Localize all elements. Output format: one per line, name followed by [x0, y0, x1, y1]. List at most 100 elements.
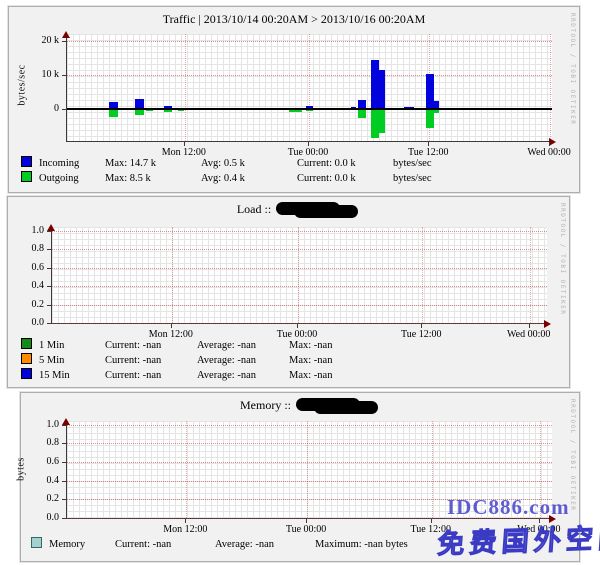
legend-row: OutgoingMax: 8.5 kAvg: 0.4 kCurrent: 0.0…	[21, 171, 573, 185]
x-tick-label: Mon 12:00	[163, 524, 207, 535]
y-tick-mark	[62, 41, 66, 42]
x-tick-mark	[431, 519, 432, 523]
legend-stat: Average: -nan	[197, 339, 289, 352]
y-axis-label: bytes/sec	[17, 32, 29, 139]
rrdtool-signature: RRDTOOL / TOBI OETIKER	[569, 13, 576, 125]
legend-row: MemoryCurrent: -nanAverage: -nanMaximum:…	[31, 537, 573, 551]
redaction-blob	[276, 202, 340, 215]
chart-title-text: Load ::	[237, 202, 271, 216]
legend-stat: Average: -nan	[197, 369, 289, 382]
y-tick-mark	[62, 75, 66, 76]
legend-stat: Current: 0.0 k	[297, 157, 393, 170]
traffic-legend: IncomingMax: 14.7 kAvg: 0.5 kCurrent: 0.…	[21, 156, 573, 186]
legend-stat: Current: -nan	[115, 538, 215, 551]
memory-chart-title: Memory ::	[21, 398, 579, 413]
traffic-bar-incoming	[379, 70, 385, 109]
y-tick-mark	[47, 249, 51, 250]
major-gridline	[186, 421, 187, 518]
major-gridline	[67, 481, 552, 482]
y-tick-mark	[62, 462, 66, 463]
load-plot-area	[51, 227, 547, 324]
y-tick-mark	[47, 231, 51, 232]
y-tick-label: 1.0	[21, 419, 59, 430]
y-tick-mark	[47, 268, 51, 269]
y-tick-label: 20 k	[9, 35, 59, 46]
major-gridline	[298, 227, 299, 323]
major-gridline	[422, 227, 423, 323]
major-gridline	[540, 421, 541, 518]
traffic-bar-outgoing	[379, 109, 385, 134]
major-gridline	[52, 249, 547, 250]
load-graph-panel: Load :: RRDTOOL / TOBI OETIKER 1 MinCurr…	[7, 196, 570, 388]
y-tick-label: 0.2	[8, 299, 44, 310]
legend-swatch	[21, 353, 32, 364]
legend-stat: bytes/sec	[393, 157, 489, 170]
traffic-chart-title: Traffic | 2013/10/14 00:20AM > 2013/10/1…	[9, 12, 579, 27]
x-tick-label: Wed 00:00	[517, 524, 560, 535]
x-tick-label: Tue 00:00	[277, 329, 317, 340]
y-tick-mark	[62, 518, 66, 519]
traffic-plot-area	[66, 34, 552, 142]
legend-stat: Current: 0.0 k	[297, 172, 393, 185]
traffic-graph-panel: Traffic | 2013/10/14 00:20AM > 2013/10/1…	[8, 6, 580, 193]
legend-stat: Maximum: -nan bytes	[315, 538, 415, 551]
y-tick-mark	[62, 109, 66, 110]
y-tick-mark	[47, 286, 51, 287]
legend-series-label: Incoming	[39, 157, 105, 170]
legend-row: 5 MinCurrent: -nanAverage: -nanMax: -nan	[21, 353, 563, 367]
y-tick-mark	[47, 323, 51, 324]
legend-row: 1 MinCurrent: -nanAverage: -nanMax: -nan	[21, 338, 563, 352]
major-gridline	[67, 518, 552, 519]
x-tick-mark	[171, 324, 172, 328]
major-gridline	[172, 227, 173, 323]
legend-swatch	[31, 537, 42, 548]
legend-stat: Max: -nan	[289, 354, 381, 367]
major-gridline	[52, 268, 547, 269]
x-tick-label: Wed 00:00	[507, 329, 550, 340]
y-tick-label: 0.4	[8, 280, 44, 291]
y-tick-mark	[62, 425, 66, 426]
x-tick-label: Wed 00:00	[527, 147, 570, 158]
y-tick-label: 0	[9, 103, 59, 114]
x-tick-mark	[184, 142, 185, 146]
rrdtool-signature: RRDTOOL / TOBI OETIKER	[569, 399, 576, 511]
legend-stat: Avg: 0.4 k	[201, 172, 297, 185]
chart-title-text: Traffic | 2013/10/14 00:20AM > 2013/10/1…	[163, 12, 426, 26]
legend-stat: bytes/sec	[393, 172, 489, 185]
y-tick-mark	[62, 499, 66, 500]
legend-stat: Avg: 0.5 k	[201, 157, 297, 170]
major-gridline	[309, 34, 310, 141]
y-tick-label: 0.4	[21, 475, 59, 486]
y-tick-label: 0.0	[21, 512, 59, 523]
rrdtool-signature: RRDTOOL / TOBI OETIKER	[559, 203, 566, 315]
memory-graph-panel: Memory :: RRDTOOL / TOBI OETIKER bytes M…	[20, 392, 580, 562]
zero-axis-line	[67, 108, 552, 110]
major-gridline	[67, 499, 552, 500]
major-gridline	[185, 34, 186, 141]
x-tick-mark	[539, 519, 540, 523]
legend-stat: Current: -nan	[105, 339, 197, 352]
major-gridline	[530, 227, 531, 323]
major-gridline	[550, 34, 551, 141]
x-tick-mark	[308, 142, 309, 146]
legend-series-label: 1 Min	[39, 339, 105, 352]
traffic-bar-outgoing	[109, 109, 118, 117]
major-gridline	[52, 305, 547, 306]
x-tick-mark	[529, 324, 530, 328]
major-gridline	[307, 421, 308, 518]
x-tick-label: Mon 12:00	[162, 147, 206, 158]
legend-series-label: 5 Min	[39, 354, 105, 367]
major-gridline	[52, 323, 547, 324]
x-tick-label: Tue 00:00	[288, 147, 328, 158]
load-legend: 1 MinCurrent: -nanAverage: -nanMax: -nan…	[21, 338, 563, 383]
y-tick-mark	[47, 305, 51, 306]
legend-row: IncomingMax: 14.7 kAvg: 0.5 kCurrent: 0.…	[21, 156, 573, 170]
y-tick-label: 0.2	[21, 493, 59, 504]
y-tick-label: 1.0	[8, 225, 44, 236]
major-gridline	[67, 443, 552, 444]
major-gridline	[52, 231, 547, 232]
memory-plot-area	[66, 421, 552, 519]
y-tick-mark	[62, 443, 66, 444]
y-tick-label: 10 k	[9, 69, 59, 80]
y-tick-mark	[62, 481, 66, 482]
